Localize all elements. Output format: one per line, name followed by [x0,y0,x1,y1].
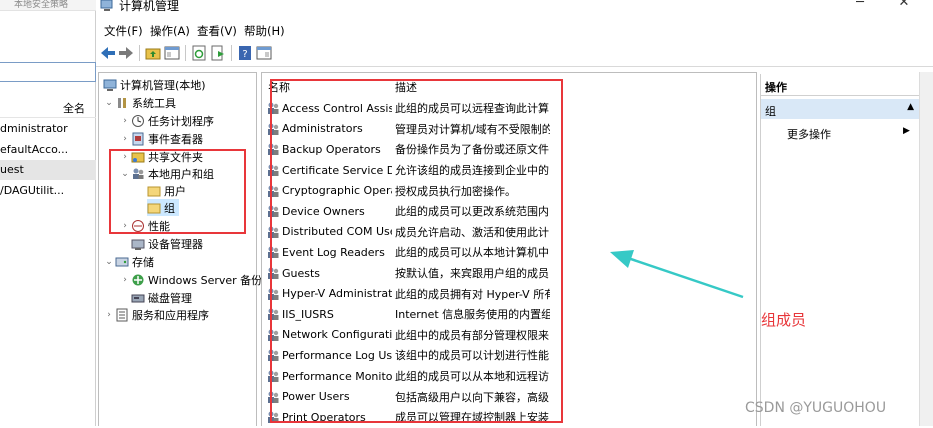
menu-bar: 文件(F) 操作(A) 查看(V) 帮助(H) [96,20,933,40]
disk-icon [131,291,145,305]
export-icon[interactable] [209,44,227,62]
actions-pane: 操作 组 ▲ 更多操作 ▶ [760,74,920,426]
menu-file[interactable]: 文件(F) [104,23,143,39]
tree-device-manager[interactable]: 设备管理器 [131,235,203,252]
more-actions[interactable]: 更多操作 [787,126,831,142]
fullname-header-label: 全名 [63,102,85,115]
forward-arrow-icon[interactable] [117,44,135,62]
tree-storage-label: 存储 [132,255,154,269]
backup-icon [131,273,145,287]
chevron-right-icon[interactable]: › [103,310,115,320]
watermark: CSDN @YUGUOHOU [745,400,887,416]
clock-icon [131,114,145,128]
storage-icon [115,255,129,269]
actions-header: 操作 [761,74,920,96]
menu-view[interactable]: 查看(V) [197,23,237,39]
computer-management-icon [100,0,113,11]
tree-task-scheduler[interactable]: › 任务计划程序 [119,112,214,129]
tree-event-viewer[interactable]: › 事件查看器 [119,130,203,147]
chevron-down-icon[interactable]: ⌄ [103,257,115,267]
back-arrow-icon[interactable] [99,44,117,62]
title-bar: 计算机管理 ─ ✕ [96,0,933,18]
vertical-scrollbar[interactable] [919,72,933,426]
actions-group-header[interactable]: 组 ▲ [761,99,920,119]
services-icon [115,308,129,322]
help-icon[interactable]: ? [236,44,254,62]
maximize-button[interactable] [844,0,884,14]
console-tree: 计算机管理(本地) ⌄ 系统工具 › 任务计划程序 › 事件查看器 › 共享文件… [98,72,262,426]
submenu-triangle-icon[interactable]: ▶ [903,126,910,136]
background-window-title: 本地安全策略 [0,0,96,11]
background-column-header[interactable]: 全名 [0,96,96,118]
background-row[interactable]: efaultAcco... [0,140,96,160]
close-button[interactable]: ✕ [884,0,924,14]
tree-task-scheduler-label: 任务计划程序 [148,114,214,128]
background-row[interactable]: dministrator [0,119,96,139]
tree-services-apps-label: 服务和应用程序 [132,308,209,322]
tree-device-manager-label: 设备管理器 [148,237,203,251]
tree-system-tools-label: 系统工具 [132,96,176,110]
tools-icon [115,96,129,110]
background-search-input[interactable] [0,62,96,82]
properties-icon[interactable] [255,44,273,62]
tree-root-label: 计算机管理(本地) [120,78,206,92]
tree-windows-server-backup-label: Windows Server 备份 [148,273,263,287]
up-folder-icon[interactable] [144,44,162,62]
background-row-selected[interactable]: uest [0,160,96,180]
event-viewer-icon [131,132,145,146]
toolbar: ? [96,40,933,67]
background-window: 本地安全策略 全名 dministrator efaultAcco... ues… [0,0,96,426]
menu-help[interactable]: 帮助(H) [244,23,285,39]
window-title: 计算机管理 [119,0,180,13]
menu-action[interactable]: 操作(A) [150,23,190,39]
chevron-right-icon[interactable]: › [119,134,131,144]
annotation-arrow-icon [610,250,744,299]
chevron-right-icon[interactable]: › [119,275,131,285]
highlight-box-group-list [270,79,563,423]
tree-system-tools[interactable]: ⌄ 系统工具 [103,94,176,111]
tree-disk-management-label: 磁盘管理 [148,291,192,305]
tree-storage[interactable]: ⌄ 存储 [103,253,154,270]
chevron-right-icon[interactable]: › [119,116,131,126]
show-hide-tree-icon[interactable] [163,44,181,62]
tree-windows-server-backup[interactable]: › Windows Server 备份 [119,271,262,288]
tree-disk-management[interactable]: 磁盘管理 [131,289,192,306]
actions-group-label: 组 [765,105,776,118]
tree-event-viewer-label: 事件查看器 [148,132,203,146]
svg-text:?: ? [242,49,247,60]
refresh-icon[interactable] [190,44,208,62]
background-row[interactable]: /DAGUtilit... [0,181,96,201]
annotation-label: 组成员 [761,311,807,329]
computer-icon [103,78,117,92]
chevron-down-icon[interactable]: ⌄ [103,98,115,108]
device-manager-icon [131,237,145,251]
highlight-box-local-users [109,149,246,234]
tree-root[interactable]: 计算机管理(本地) [103,76,206,93]
tree-services-apps[interactable]: › 服务和应用程序 [103,306,209,323]
collapse-triangle-icon[interactable]: ▲ [907,102,914,112]
